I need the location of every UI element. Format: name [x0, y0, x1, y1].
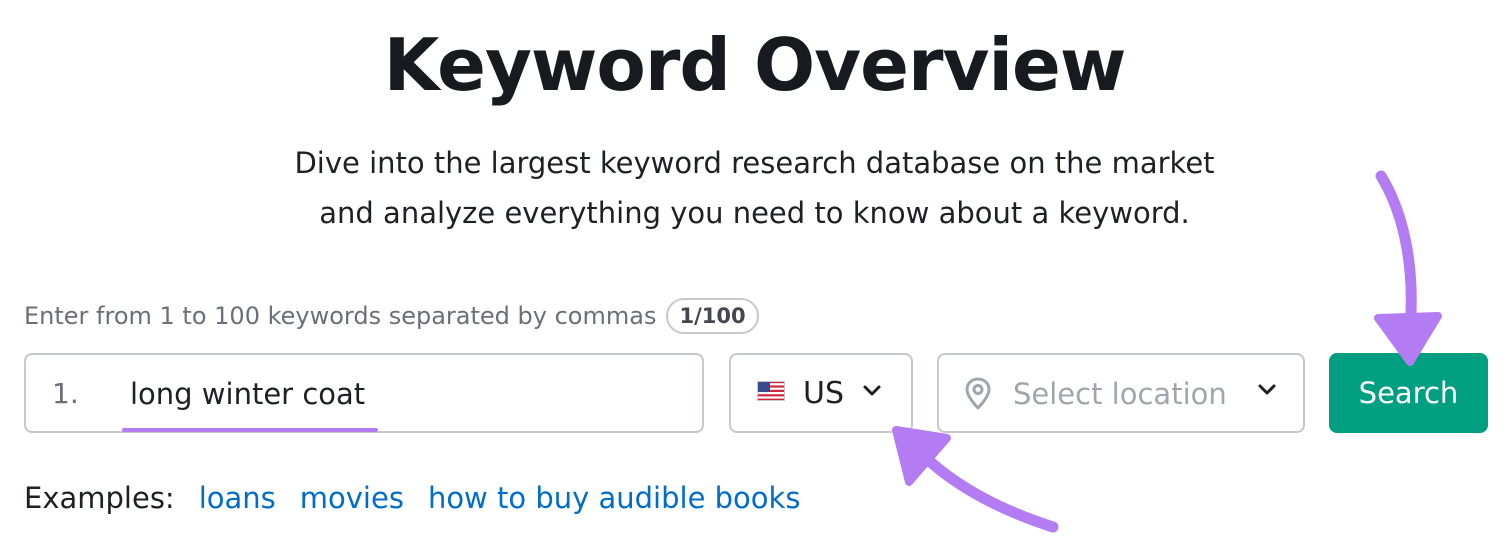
page-subtitle: Dive into the largest keyword research d… — [0, 138, 1509, 238]
search-button[interactable]: Search — [1329, 353, 1488, 433]
database-code: US — [803, 375, 845, 411]
page-title: Keyword Overview — [383, 23, 1127, 107]
keyword-input-box[interactable]: 1. — [24, 353, 704, 433]
keyword-highlight-underline — [122, 428, 378, 432]
location-select[interactable]: Select location — [937, 353, 1305, 433]
arrow-to-database-select — [892, 426, 1059, 533]
examples-label: Examples: — [24, 481, 175, 515]
examples-row: Examples: loans movies how to buy audibl… — [24, 476, 824, 520]
location-placeholder: Select location — [1013, 377, 1227, 411]
example-link-loans[interactable]: loans — [199, 481, 276, 515]
us-flag-icon — [757, 380, 785, 406]
keyword-counter-badge: 1/100 — [666, 298, 759, 334]
chevron-down-icon — [1257, 383, 1277, 402]
keyword-line-number: 1. — [52, 377, 79, 410]
example-link-movies[interactable]: movies — [300, 481, 404, 515]
keyword-hint: Enter from 1 to 100 keywords separated b… — [24, 302, 657, 330]
keyword-hint-row: Enter from 1 to 100 keywords separated b… — [24, 296, 759, 336]
database-select[interactable]: US — [729, 353, 913, 433]
keyword-input[interactable] — [130, 373, 670, 415]
subtitle-line-1: Dive into the largest keyword research d… — [294, 146, 1215, 180]
subtitle-line-2: and analyze everything you need to know … — [319, 196, 1190, 230]
map-pin-icon — [963, 377, 993, 416]
example-link-audible-books[interactable]: how to buy audible books — [428, 481, 801, 515]
chevron-down-icon — [862, 384, 882, 403]
